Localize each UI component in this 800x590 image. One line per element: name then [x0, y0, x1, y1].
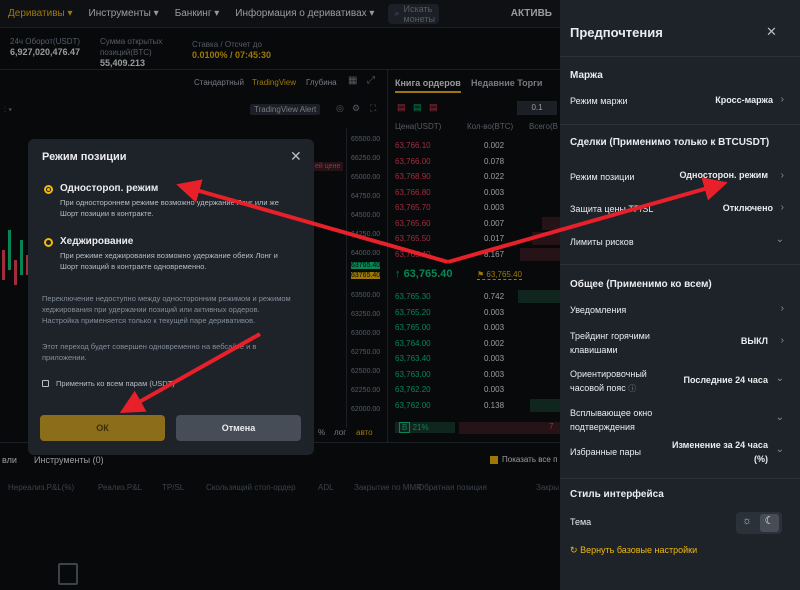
chevron-down-icon: ⌄ [775, 234, 784, 245]
position-mode-label: Режим позиции [570, 172, 635, 182]
radio-hedge[interactable] [44, 238, 53, 247]
timezone-row[interactable]: Ориентировочный часовой пояс ⓘ Последние… [560, 365, 800, 397]
option-hedge-desc: При режиме хеджирования возможно удержан… [60, 251, 278, 271]
theme-label: Тема [570, 517, 592, 527]
apply-all-label[interactable]: Применить ко всем парам (USDT) [56, 378, 175, 389]
divider [560, 56, 800, 57]
sun-icon[interactable]: ☼ [742, 515, 752, 527]
favorites-row[interactable]: Избранные пары Изменение за 24 часа (%) … [560, 436, 800, 468]
close-icon[interactable]: ✕ [766, 24, 777, 40]
popup-confirm-label: Всплывающее окно подтверждения [570, 408, 653, 432]
divider [560, 264, 800, 265]
chevron-right-icon: › [780, 335, 784, 346]
section-trades: Сделки (Применимо только к BTCUSDT) [570, 137, 770, 148]
info-icon: ⓘ [628, 384, 637, 393]
favorites-label: Избранные пары [570, 447, 641, 457]
modal-title: Режим позиции [42, 151, 127, 163]
section-margin: Маржа [570, 70, 603, 81]
option-one-way-desc: При одностороннем режиме возможно удержа… [60, 198, 279, 218]
moon-icon[interactable]: ☾ [760, 514, 779, 532]
chevron-right-icon: › [780, 202, 784, 213]
chevron-down-icon: ⌄ [775, 373, 784, 384]
margin-mode-value: Кросс-маржа [715, 95, 773, 105]
tpsl-row[interactable]: Защита цены TP/SL Отключено › [560, 196, 800, 222]
reset-icon: ↻ [570, 545, 578, 555]
notifications-label: Уведомления [570, 305, 627, 315]
position-mode-modal: Режим позиции ✕ Одностороп. режим При од… [28, 139, 314, 455]
risk-limits-row[interactable]: Лимиты рисков ⌄ [560, 229, 800, 255]
modal-sync-note: Этот переход будет совершен одновременно… [42, 342, 257, 362]
hotkeys-row[interactable]: Трейдинг горячими клавишами ВЫКЛ › [560, 327, 800, 359]
timezone-value: Последние 24 часа [683, 375, 768, 385]
preferences-panel: Предпочтения ✕ Маржа Режим маржи Кросс-м… [560, 0, 800, 590]
panel-title: Предпочтения [570, 25, 663, 40]
reset-settings-link[interactable]: ↻ Вернуть базовые настройки [570, 545, 697, 556]
chevron-down-icon: ⌄ [775, 444, 784, 455]
notifications-row[interactable]: Уведомления › [560, 297, 800, 323]
tpsl-value: Отключено [722, 203, 773, 213]
tpsl-label: Защита цены TP/SL [570, 204, 654, 214]
risk-limits-label: Лимиты рисков [570, 237, 634, 247]
chevron-right-icon: › [780, 303, 784, 314]
option-one-way-label[interactable]: Одностороп. режим [60, 183, 158, 194]
theme-toggle[interactable]: ☼ ☾ [736, 512, 782, 534]
position-mode-row[interactable]: Режим позиции Односторон. режим › [560, 164, 800, 190]
hotkeys-value: ВЫКЛ [740, 336, 768, 346]
favorites-value: Изменение за 24 часа (%) [671, 440, 768, 464]
chevron-right-icon: › [780, 170, 784, 181]
option-hedge-label[interactable]: Хеджирование [60, 236, 133, 247]
popup-confirm-row[interactable]: Всплывающее окно подтверждения ⌄ [560, 404, 800, 436]
chevron-down-icon: ⌄ [775, 412, 784, 423]
radio-one-way[interactable] [44, 185, 53, 194]
divider [560, 124, 800, 125]
modal-note: Переключение недоступно между односторон… [42, 294, 291, 325]
hotkeys-label: Трейдинг горячими клавишами [570, 331, 650, 355]
ok-button[interactable]: ОК [40, 415, 165, 441]
timezone-label: Ориентировочный часовой пояс ⓘ [570, 369, 647, 393]
position-mode-value: Односторон. режим [679, 170, 768, 180]
apply-all-checkbox[interactable] [42, 380, 49, 387]
section-general: Общее (Применимо ко всем) [570, 279, 712, 290]
section-style: Стиль интерфейса [570, 489, 664, 500]
margin-mode-label: Режим маржи [570, 96, 628, 106]
chevron-right-icon: › [780, 94, 784, 105]
cancel-button[interactable]: Отмена [176, 415, 301, 441]
divider [560, 478, 800, 479]
margin-mode-row[interactable]: Режим маржи Кросс-маржа › [560, 88, 800, 114]
close-icon[interactable]: ✕ [290, 148, 302, 165]
